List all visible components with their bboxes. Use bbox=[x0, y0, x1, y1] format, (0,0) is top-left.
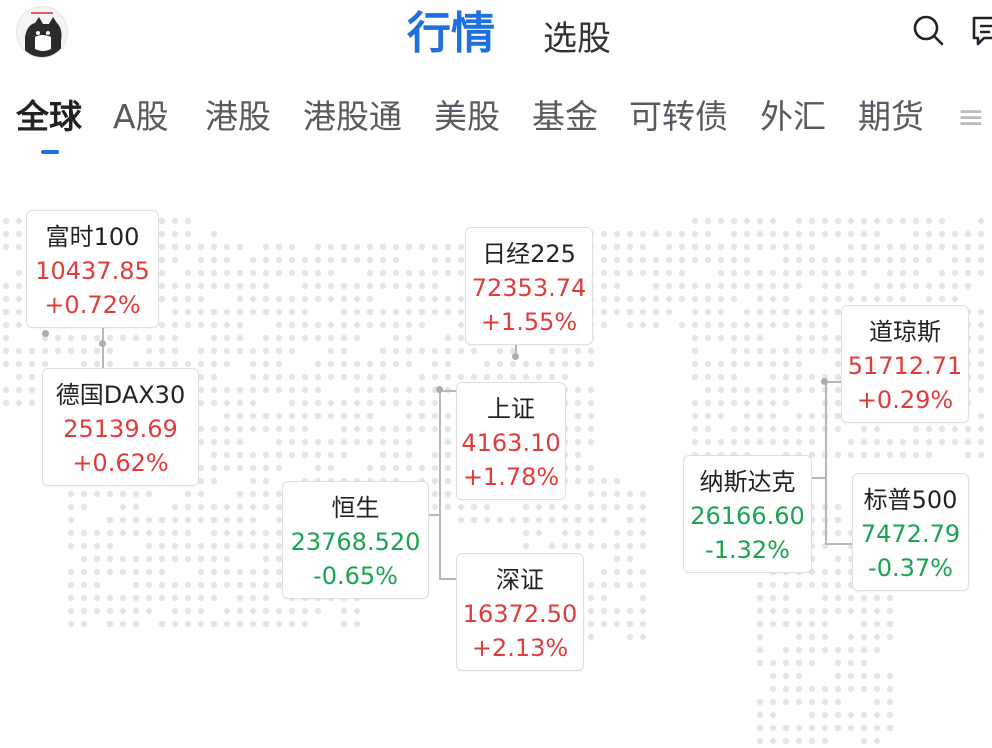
index-card-shenzhen[interactable]: 深证 16372.50 +2.13% bbox=[456, 553, 584, 671]
index-card-sp500[interactable]: 标普500 7472.79 -0.37% bbox=[852, 473, 969, 591]
top-header: 行情 选股 bbox=[0, 0, 992, 80]
index-price: 7472.79 bbox=[860, 520, 961, 548]
index-card-dax30[interactable]: 德国DAX30 25139.69 +0.62% bbox=[42, 368, 199, 486]
index-name: 恒生 bbox=[331, 494, 380, 522]
index-change: -0.65% bbox=[313, 562, 398, 590]
index-name: 道琼斯 bbox=[869, 318, 941, 346]
index-price: 10437.85 bbox=[35, 257, 150, 285]
index-name: 日经225 bbox=[482, 240, 576, 268]
index-price: 51712.71 bbox=[847, 352, 963, 380]
tab-us-stocks[interactable]: 美股 bbox=[434, 92, 500, 142]
index-name: 深证 bbox=[496, 566, 544, 594]
connector-line bbox=[825, 543, 853, 545]
connector-line bbox=[429, 514, 441, 516]
index-name: 上证 bbox=[487, 395, 535, 423]
tab-forex[interactable]: 外汇 bbox=[760, 92, 826, 142]
index-card-ftse100[interactable]: 富时100 10437.85 +0.72% bbox=[26, 210, 159, 328]
index-change: +1.78% bbox=[462, 463, 560, 491]
tab-convertible-bonds[interactable]: 可转债 bbox=[629, 92, 728, 142]
search-icon[interactable] bbox=[912, 14, 944, 46]
index-card-nasdaq[interactable]: 纳斯达克 26166.60 -1.32% bbox=[683, 455, 812, 573]
cat-avatar-image bbox=[17, 7, 67, 57]
index-change: -0.37% bbox=[868, 554, 953, 582]
connector-dot bbox=[436, 386, 443, 393]
index-price: 4163.10 bbox=[461, 429, 561, 457]
connector-line bbox=[102, 327, 104, 369]
index-card-nikkei225[interactable]: 日经225 72353.74 +1.55% bbox=[465, 227, 593, 345]
connector-line bbox=[439, 390, 441, 580]
index-name: 德国DAX30 bbox=[55, 381, 186, 409]
message-icon[interactable] bbox=[970, 14, 992, 46]
index-price: 23768.520 bbox=[290, 528, 421, 556]
index-name: 标普500 bbox=[863, 486, 958, 514]
index-change: +0.72% bbox=[44, 291, 141, 319]
index-name: 富时100 bbox=[45, 223, 140, 251]
tab-stock-picker[interactable]: 选股 bbox=[543, 16, 611, 62]
tab-market[interactable]: 行情 bbox=[407, 6, 495, 62]
index-price: 26166.60 bbox=[690, 502, 805, 530]
connector-dot bbox=[99, 340, 106, 347]
index-change: +1.55% bbox=[480, 308, 578, 336]
index-price: 16372.50 bbox=[462, 600, 578, 628]
active-tab-indicator bbox=[41, 150, 59, 154]
tab-global[interactable]: 全球 bbox=[16, 92, 82, 142]
more-tabs-icon[interactable]: ≡ bbox=[957, 92, 985, 142]
connector-dot bbox=[42, 330, 49, 337]
tab-hk-stocks[interactable]: 港股 bbox=[205, 92, 271, 142]
tab-hk-connect[interactable]: 港股通 bbox=[303, 92, 402, 142]
connector-line bbox=[825, 381, 827, 545]
connector-line bbox=[810, 477, 826, 479]
index-card-hangseng[interactable]: 恒生 23768.520 -0.65% bbox=[282, 481, 429, 599]
index-change: +2.13% bbox=[471, 634, 569, 662]
index-price: 72353.74 bbox=[471, 274, 587, 302]
tab-funds[interactable]: 基金 bbox=[532, 92, 598, 142]
connector-line bbox=[439, 578, 457, 580]
tab-futures[interactable]: 期货 bbox=[858, 92, 924, 142]
index-change: -1.32% bbox=[705, 536, 790, 564]
index-name: 纳斯达克 bbox=[699, 468, 796, 496]
index-price: 25139.69 bbox=[63, 415, 178, 443]
index-change: +0.62% bbox=[72, 449, 169, 477]
index-card-dow-jones[interactable]: 道琼斯 51712.71 +0.29% bbox=[841, 305, 969, 423]
tab-a-shares[interactable]: A股 bbox=[113, 92, 169, 142]
index-card-shanghai[interactable]: 上证 4163.10 +1.78% bbox=[456, 382, 566, 500]
connector-dot bbox=[821, 378, 828, 385]
index-change: +0.29% bbox=[856, 386, 954, 414]
avatar[interactable] bbox=[16, 6, 68, 58]
